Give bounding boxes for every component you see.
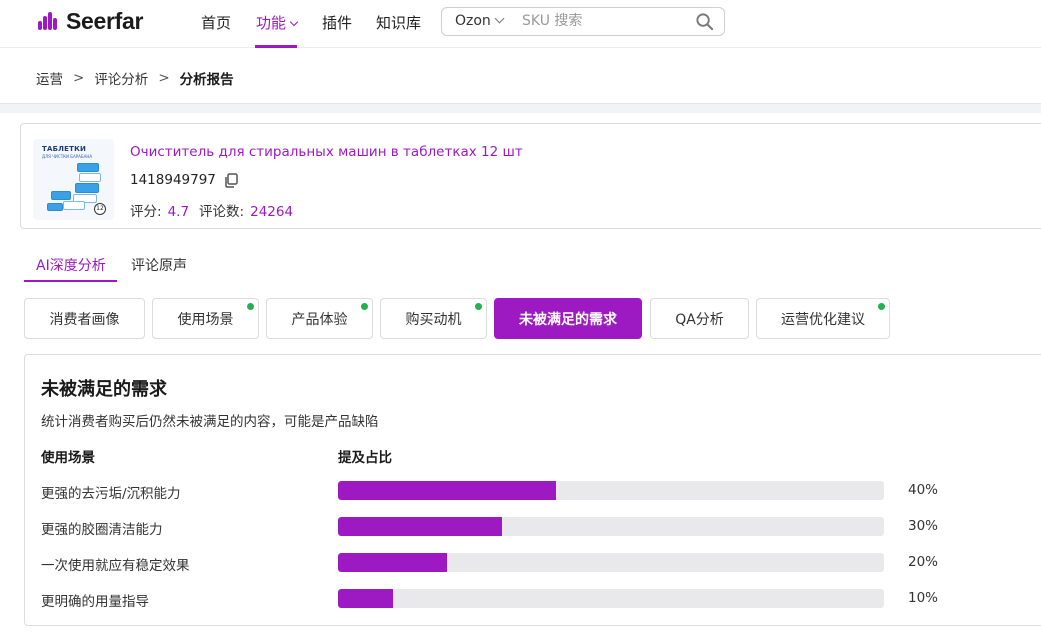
ratio-bar-fill	[338, 481, 557, 500]
need-row-label: 一次使用就应有稳定效果	[41, 558, 190, 574]
breadcrumb-item-operations[interactable]: 运营	[36, 68, 63, 88]
search-bar: Ozon	[441, 7, 725, 36]
pack-count-badge: 12	[94, 203, 106, 215]
column-header-scene: 使用场景	[41, 450, 95, 466]
sku-search-input[interactable]	[522, 11, 682, 31]
subtab-label: 产品体验	[291, 311, 348, 328]
nav-item-plugins[interactable]: 插件	[322, 12, 352, 33]
status-dot-icon	[475, 303, 482, 310]
breadcrumb: 运营 > 评论分析 > 分析报告	[36, 68, 234, 88]
nav-item-knowledge-base[interactable]: 知识库	[376, 12, 421, 33]
marketplace-select[interactable]: Ozon	[455, 13, 505, 29]
breadcrumb-item-current: 分析报告	[179, 72, 234, 88]
ratio-percent: 30%	[908, 518, 939, 534]
ratio-percent: 20%	[908, 554, 939, 570]
search-icon[interactable]	[695, 12, 714, 31]
ratio-bar-fill	[338, 553, 448, 572]
product-image[interactable]: ТАБЛЕТКИ ДЛЯ ЧИСТКИ БАРАБАНА 12	[33, 139, 114, 220]
brand-logo[interactable]: Seerfar	[38, 8, 143, 35]
subtab-usage-scenarios[interactable]: 使用场景	[152, 298, 259, 339]
chevron-down-icon	[494, 13, 505, 24]
ratio-bar-fill	[338, 589, 393, 608]
ratio-bar-fill	[338, 517, 502, 536]
ratio-bar-track	[338, 589, 884, 608]
subtab-label: 消费者画像	[49, 311, 120, 328]
product-sku: 1418949797	[130, 172, 216, 188]
subtab-label: 购买动机	[405, 311, 462, 328]
copy-icon[interactable]	[224, 172, 238, 188]
subtab-optimization-suggestions[interactable]: 运营优化建议	[756, 298, 890, 339]
product-title[interactable]: Очиститель для стиральных машин в таблет…	[130, 144, 523, 160]
subtab-unmet-needs[interactable]: 未被满足的需求	[494, 298, 642, 339]
product-image-subtitle: ДЛЯ ЧИСТКИ БАРАБАНА	[42, 154, 93, 159]
chevron-down-icon	[289, 17, 299, 27]
section-divider	[0, 103, 1041, 113]
breadcrumb-separator-icon: >	[158, 70, 170, 86]
reviews-label: 评论数:	[199, 204, 245, 220]
tab-active-indicator	[24, 280, 117, 282]
product-stats: 评分: 4.7 评论数: 24264	[130, 200, 303, 220]
marketplace-value: Ozon	[455, 13, 491, 29]
column-header-ratio: 提及占比	[338, 450, 392, 466]
product-sku-row: 1418949797	[130, 172, 238, 188]
product-image-title: ТАБЛЕТКИ	[42, 145, 87, 153]
rating-value: 4.7	[167, 204, 190, 220]
nav-item-home[interactable]: 首页	[201, 12, 231, 33]
ratio-percent: 40%	[908, 482, 939, 498]
status-dot-icon	[361, 303, 368, 310]
product-card: ТАБЛЕТКИ ДЛЯ ЧИСТКИ БАРАБАНА 12 Очистите…	[20, 123, 1041, 229]
subtab-purchase-motivation[interactable]: 购买动机	[380, 298, 487, 339]
subtab-consumer-profile[interactable]: 消费者画像	[24, 298, 145, 339]
subtab-label: 运营优化建议	[781, 311, 865, 328]
need-row-label: 更强的去污垢/沉积能力	[41, 486, 181, 502]
unmet-needs-panel: 未被满足的需求 统计消费者购买后仍然未被满足的内容，可能是产品缺陷 使用场景 提…	[24, 354, 1041, 626]
status-dot-icon	[247, 303, 254, 310]
tab-original-reviews[interactable]: 评论原声	[131, 255, 187, 275]
ratio-bar-track	[338, 553, 884, 572]
ratio-percent: 10%	[908, 590, 939, 606]
breadcrumb-separator-icon: >	[73, 70, 85, 86]
panel-title: 未被满足的需求	[41, 379, 167, 400]
top-navigation-bar: Seerfar 首页 功能 插件 知识库 Ozon	[0, 0, 1041, 48]
subtab-label: 未被满足的需求	[519, 311, 617, 328]
tab-ai-analysis[interactable]: AI深度分析	[36, 255, 106, 275]
rating-label: 评分:	[130, 204, 162, 220]
ratio-bar-track	[338, 481, 884, 500]
status-dot-icon	[878, 303, 885, 310]
subtab-qa-analysis[interactable]: QA分析	[650, 298, 749, 339]
need-row-label: 更明确的用量指导	[41, 594, 149, 610]
logo-bars-icon	[38, 11, 62, 32]
panel-subtitle: 统计消费者购买后仍然未被满足的内容，可能是产品缺陷	[41, 414, 379, 430]
nav-active-indicator	[255, 45, 297, 48]
brand-name: Seerfar	[66, 8, 144, 34]
nav-item-features[interactable]: 功能	[256, 12, 299, 33]
nav-item-features-label: 功能	[256, 14, 287, 32]
breadcrumb-item-review-analysis[interactable]: 评论分析	[94, 68, 148, 88]
subtab-label: QA分析	[675, 311, 724, 328]
need-row-label: 更强的胶圈清洁能力	[41, 522, 163, 538]
subtab-product-experience[interactable]: 产品体验	[266, 298, 373, 339]
ratio-bar-track	[338, 517, 884, 536]
reviews-count: 24264	[250, 204, 294, 220]
subtab-label: 使用场景	[177, 311, 234, 328]
